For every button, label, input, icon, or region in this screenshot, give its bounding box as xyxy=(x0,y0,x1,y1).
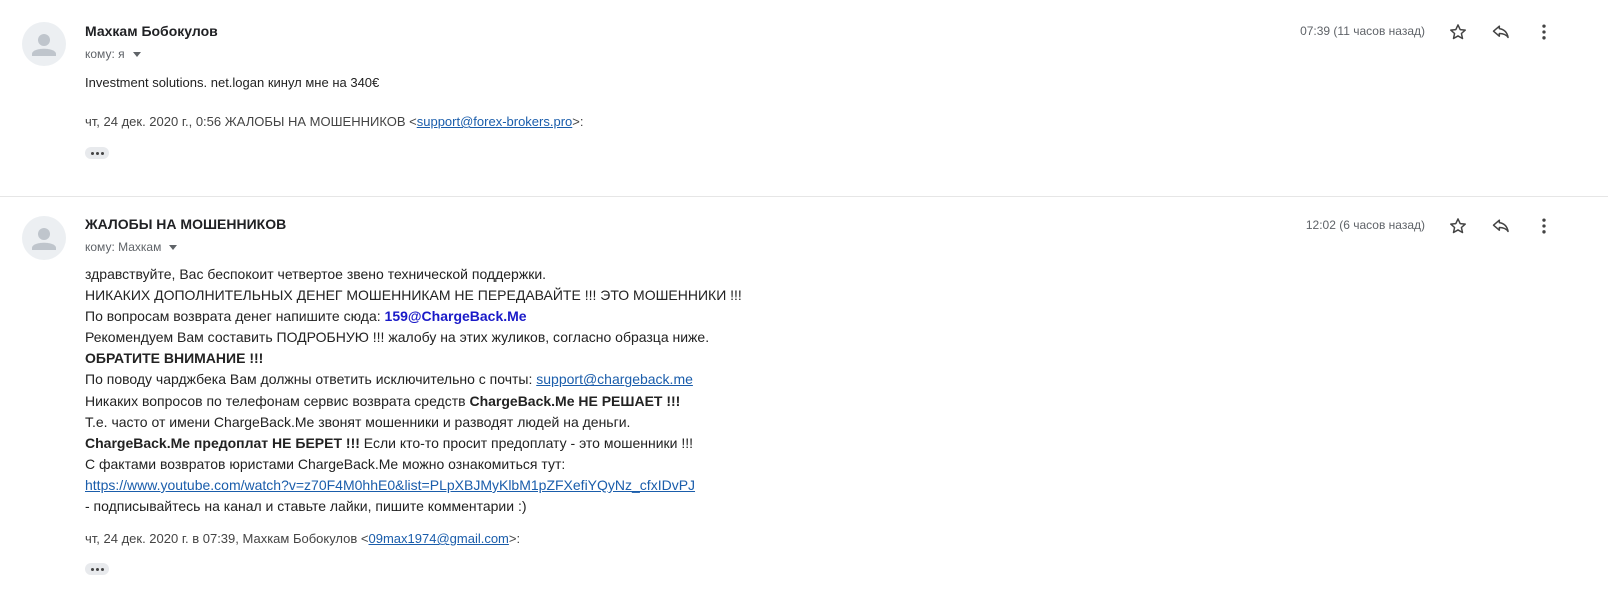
body-text-bold: ChargeBack.Me предоплат НЕ БЕРЕТ !!! xyxy=(85,434,360,451)
caret-down-icon xyxy=(169,244,178,250)
more-vert-icon xyxy=(1542,218,1546,234)
more-options-button[interactable] xyxy=(1532,20,1556,44)
support-email-link[interactable]: support@chargeback.me xyxy=(536,371,693,387)
chargeback-email: 159@ChargeBack.Me xyxy=(384,308,527,325)
body-line: https://www.youtube.com/watch?v=z70F4M0h… xyxy=(85,475,742,496)
body-text-bold: ChargeBack.Me НЕ РЕШАЕТ !!! xyxy=(469,392,681,409)
sender-name: Махкам Бобокулов xyxy=(85,23,218,39)
show-trimmed-content-button[interactable] xyxy=(85,147,109,159)
dot-icon xyxy=(100,151,104,155)
person-icon xyxy=(32,34,56,56)
star-button[interactable] xyxy=(1446,20,1470,44)
body-text: По вопросам возврата денег напишите сюда… xyxy=(85,308,385,325)
more-vert-icon xyxy=(1542,24,1546,40)
email-message-2: ЖАЛОБЫ НА МОШЕННИКОВ кому: Махкам 12:02 … xyxy=(0,198,1613,607)
message-timestamp: 07:39 (11 часов назад) xyxy=(1300,24,1425,38)
star-icon xyxy=(1450,218,1466,234)
youtube-link[interactable]: https://www.youtube.com/watch?v=z70F4M0h… xyxy=(85,477,695,493)
body-line: здравствуйте, Вас беспокоит четвертое зв… xyxy=(85,266,547,282)
body-text: По поводу чарджбека Вам должны ответить … xyxy=(85,371,537,388)
recipient-details-toggle[interactable]: кому: я xyxy=(85,47,141,61)
body-line: Никаких вопросов по телефонам сервис воз… xyxy=(85,391,742,412)
body-line: ChargeBack.Me предоплат НЕ БЕРЕТ !!! Есл… xyxy=(85,433,742,454)
quoted-header-suffix: >: xyxy=(508,531,521,546)
body-text: Никаких вопросов по телефонам сервис воз… xyxy=(85,392,470,409)
body-line: По поводу чарджбека Вам должны ответить … xyxy=(85,369,742,390)
message-divider xyxy=(0,196,1608,197)
quoted-header-prefix: чт, 24 дек. 2020 г. в 07:39, Махкам Бобо… xyxy=(85,531,369,546)
reply-button[interactable] xyxy=(1489,214,1513,238)
reply-icon xyxy=(1492,25,1509,39)
quoted-header: чт, 24 дек. 2020 г. в 07:39, Махкам Бобо… xyxy=(85,531,520,546)
body-line: НИКАКИХ ДОПОЛНИТЕЛЬНЫХ ДЕНЕГ МОШЕННИКАМ … xyxy=(85,287,742,304)
star-icon xyxy=(1450,24,1466,40)
quoted-email-link[interactable]: 09max1974@gmail.com xyxy=(369,531,509,546)
quoted-header-suffix: >: xyxy=(572,114,584,129)
dot-icon xyxy=(100,567,104,571)
recipient-label: кому: я xyxy=(85,47,125,61)
dot-icon xyxy=(90,151,94,155)
sender-name: ЖАЛОБЫ НА МОШЕННИКОВ xyxy=(85,216,287,232)
person-icon xyxy=(32,228,56,250)
dot-icon xyxy=(95,567,99,571)
message-timestamp: 12:02 (6 часов назад) xyxy=(1305,218,1425,232)
recipient-label: кому: Махкам xyxy=(85,240,162,254)
body-line-bold: ОБРАТИТЕ ВНИМАНИЕ !!! xyxy=(85,350,264,367)
quoted-email-link[interactable]: support@forex-brokers.pro xyxy=(417,114,573,129)
sender-avatar xyxy=(22,216,66,260)
email-message-1: Махкам Бобокулов кому: я 07:39 (11 часов… xyxy=(0,0,1613,197)
body-line: С фактами возвратов юристами ChargeBack.… xyxy=(85,455,566,472)
message-body: Investment solutions. net.logan кинул мн… xyxy=(85,75,380,90)
body-text: Если кто-то просит предоплату - это моше… xyxy=(359,434,694,451)
quoted-header: чт, 24 дек. 2020 г., 0:56 ЖАЛОБЫ НА МОШЕ… xyxy=(85,114,584,129)
reply-button[interactable] xyxy=(1489,20,1513,44)
star-button[interactable] xyxy=(1446,214,1470,238)
body-line: Рекомендуем Вам составить ПОДРОБНУЮ !!! … xyxy=(85,329,710,346)
reply-icon xyxy=(1492,219,1509,233)
more-options-button[interactable] xyxy=(1532,214,1556,238)
caret-down-icon xyxy=(132,51,141,57)
body-line: Т.е. часто от имени ChargeBack.Me звонят… xyxy=(85,413,631,430)
dot-icon xyxy=(95,151,99,155)
show-trimmed-content-button[interactable] xyxy=(85,563,109,575)
body-line: - подписывайтесь на канал и ставьте лайк… xyxy=(85,498,527,515)
sender-avatar xyxy=(22,22,66,66)
recipient-details-toggle[interactable]: кому: Махкам xyxy=(85,240,178,254)
body-line: По вопросам возврата денег напишите сюда… xyxy=(85,306,742,327)
quoted-header-prefix: чт, 24 дек. 2020 г., 0:56 ЖАЛОБЫ НА МОШЕ… xyxy=(85,114,417,129)
dot-icon xyxy=(90,567,94,571)
message-body: здравствуйте, Вас беспокоит четвертое зв… xyxy=(85,264,742,517)
